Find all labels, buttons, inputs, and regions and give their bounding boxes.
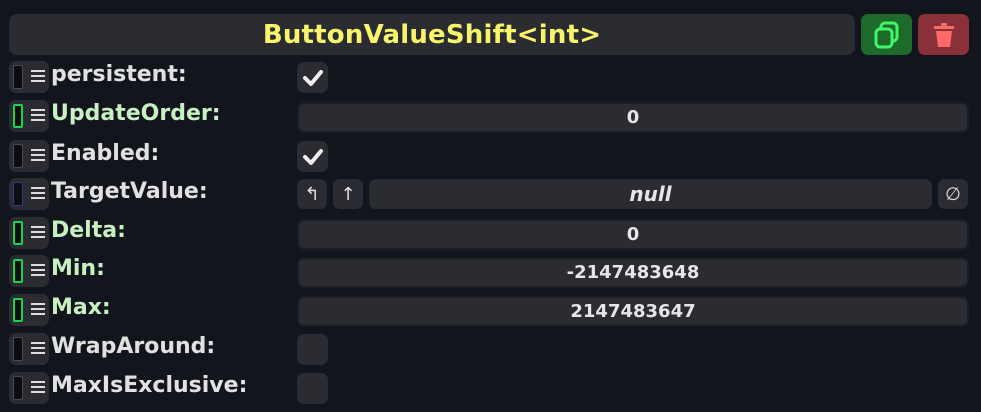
menu-icon [31, 303, 45, 317]
menu-icon [31, 226, 45, 240]
field-drag-handle[interactable] [9, 178, 49, 210]
field-update-order: UpdateOrder: 0 [0, 99, 981, 135]
enabled-checkbox[interactable] [297, 141, 328, 172]
menu-icon [31, 70, 45, 84]
menu-icon [31, 264, 45, 278]
field-label: Delta: [51, 218, 126, 243]
field-enabled: Enabled: [0, 139, 981, 175]
field-delta: Delta: 0 [0, 216, 981, 252]
delta-input[interactable]: 0 [297, 219, 969, 250]
persistent-checkbox[interactable] [297, 62, 328, 93]
field-label: Enabled: [51, 141, 160, 166]
field-wrap-around: WrapAround: [0, 332, 981, 368]
update-order-input[interactable]: 0 [297, 102, 969, 133]
jump-to-reference-button[interactable]: ↰ [297, 179, 327, 209]
field-drag-handle[interactable] [9, 100, 49, 132]
max-input[interactable]: 2147483647 [297, 296, 969, 327]
field-target-value: TargetValue: ↰ ↑ null ∅ [0, 177, 981, 213]
field-drag-handle[interactable] [9, 140, 49, 172]
duplicate-icon [874, 21, 898, 48]
target-value-reference[interactable]: null [369, 179, 932, 209]
menu-icon [31, 342, 45, 356]
menu-icon [31, 187, 45, 201]
field-label: Min: [51, 256, 105, 281]
field-drag-handle[interactable] [9, 255, 49, 287]
min-input[interactable]: -2147483648 [297, 257, 969, 288]
field-label: WrapAround: [51, 334, 216, 359]
field-drag-handle[interactable] [9, 294, 49, 326]
field-drag-handle[interactable] [9, 372, 49, 404]
delete-button[interactable] [918, 14, 969, 55]
field-max: Max: 2147483647 [0, 293, 981, 329]
menu-icon [31, 381, 45, 395]
trash-icon [933, 22, 954, 47]
field-label: MaxIsExclusive: [51, 373, 248, 398]
wrap-around-checkbox[interactable] [297, 334, 328, 365]
duplicate-button[interactable] [861, 14, 912, 55]
field-drag-handle[interactable] [9, 333, 49, 365]
checkmark-icon [302, 69, 323, 86]
component-title: ButtonValueShift<int> [262, 19, 602, 50]
field-label: UpdateOrder: [51, 101, 221, 126]
field-persistent: persistent: [0, 60, 981, 96]
menu-icon [31, 109, 45, 123]
field-label: TargetValue: [51, 179, 208, 204]
field-label: Max: [51, 295, 111, 320]
checkmark-icon [302, 148, 323, 165]
max-is-exclusive-checkbox[interactable] [297, 373, 328, 404]
field-drag-handle[interactable] [9, 217, 49, 249]
field-label: persistent: [51, 62, 187, 87]
field-min: Min: -2147483648 [0, 254, 981, 290]
component-header: ButtonValueShift<int> [9, 14, 855, 55]
clear-reference-button[interactable]: ∅ [938, 179, 968, 209]
menu-icon [31, 149, 45, 163]
open-reference-button[interactable]: ↑ [333, 179, 363, 209]
field-drag-handle[interactable] [9, 61, 49, 93]
field-max-is-exclusive: MaxIsExclusive: [0, 371, 981, 407]
